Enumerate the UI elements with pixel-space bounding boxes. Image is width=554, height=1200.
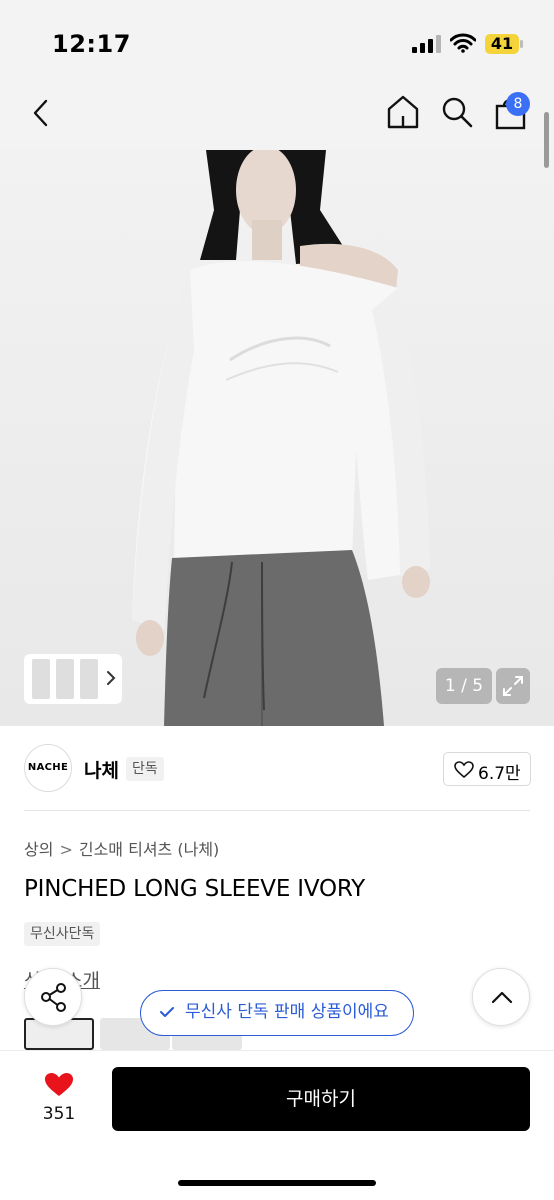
share-icon [41, 983, 66, 1012]
expand-button[interactable] [496, 668, 530, 704]
wishlist-count: 351 [42, 1104, 76, 1124]
back-icon[interactable] [26, 96, 58, 130]
gallery-mini-thumb [32, 659, 50, 699]
brand-like-count: 6.7만 [478, 764, 521, 784]
product-image[interactable] [0, 150, 554, 726]
wishlist-button[interactable]: 351 [30, 1068, 88, 1130]
share-button[interactable] [24, 968, 82, 1026]
brand-name[interactable]: 나체 [84, 756, 119, 783]
gallery-mini-thumb [80, 659, 98, 699]
chevron-right-icon [107, 671, 116, 685]
product-title: PINCHED LONG SLEEVE IVORY [24, 876, 366, 902]
chevron-up-icon [491, 991, 513, 1004]
gallery-mini-thumb [56, 659, 74, 699]
exclusive-toast: 무신사 단독 판매 상품이에요 [140, 990, 414, 1036]
expand-icon [503, 676, 523, 696]
divider [24, 810, 530, 811]
brand-like-button[interactable]: 6.7만 [443, 752, 531, 786]
heart-outline-icon [454, 761, 474, 779]
signal-icon [412, 35, 441, 53]
breadcrumb-subcategory[interactable]: 긴소매 티셔츠 (나체) [79, 840, 219, 859]
product-photo [132, 150, 430, 726]
brand-logo[interactable]: NACHE [24, 744, 72, 792]
status-time: 12:17 [52, 30, 131, 58]
gallery-counter: 1 / 5 [436, 668, 492, 704]
breadcrumb: 상의 > 긴소매 티셔츠 (나체) [24, 836, 219, 860]
buy-button[interactable]: 구매하기 [112, 1067, 530, 1131]
page-scrollbar[interactable] [544, 112, 549, 168]
check-icon [160, 1007, 174, 1017]
wifi-icon [450, 33, 476, 53]
battery-level: 41 [490, 34, 514, 53]
brand-exclusive-tag: 단독 [126, 757, 164, 781]
gallery-thumbnail-strip[interactable] [24, 654, 122, 704]
toast-message: 무신사 단독 판매 상품이에요 [185, 1002, 389, 1022]
heart-filled-icon [45, 1073, 73, 1096]
search-icon[interactable] [440, 95, 474, 129]
chevron-right-icon: > [59, 840, 73, 859]
cart-count-badge: 8 [506, 92, 530, 116]
product-exclusive-tag: 무신사단독 [24, 922, 101, 946]
breadcrumb-category[interactable]: 상의 [24, 840, 53, 859]
home-indicator [178, 1180, 376, 1186]
home-icon[interactable] [386, 94, 420, 130]
scroll-top-button[interactable] [472, 968, 530, 1026]
